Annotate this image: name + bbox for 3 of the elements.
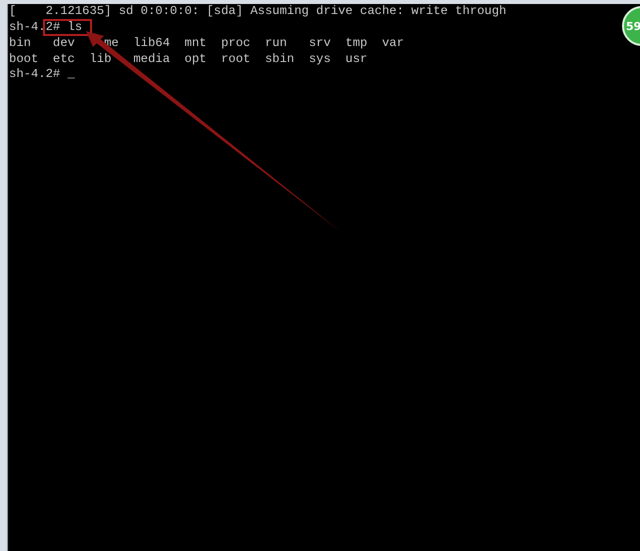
terminal-line: sh-4.2# _ [9, 66, 75, 82]
terminal-line: [ 2.121635] sd 0:0:0:0: [sda] Assuming drive cache: write through [9, 4, 506, 20]
terminal-line: boot etc lib media opt root sbin sys usr [9, 52, 368, 67]
